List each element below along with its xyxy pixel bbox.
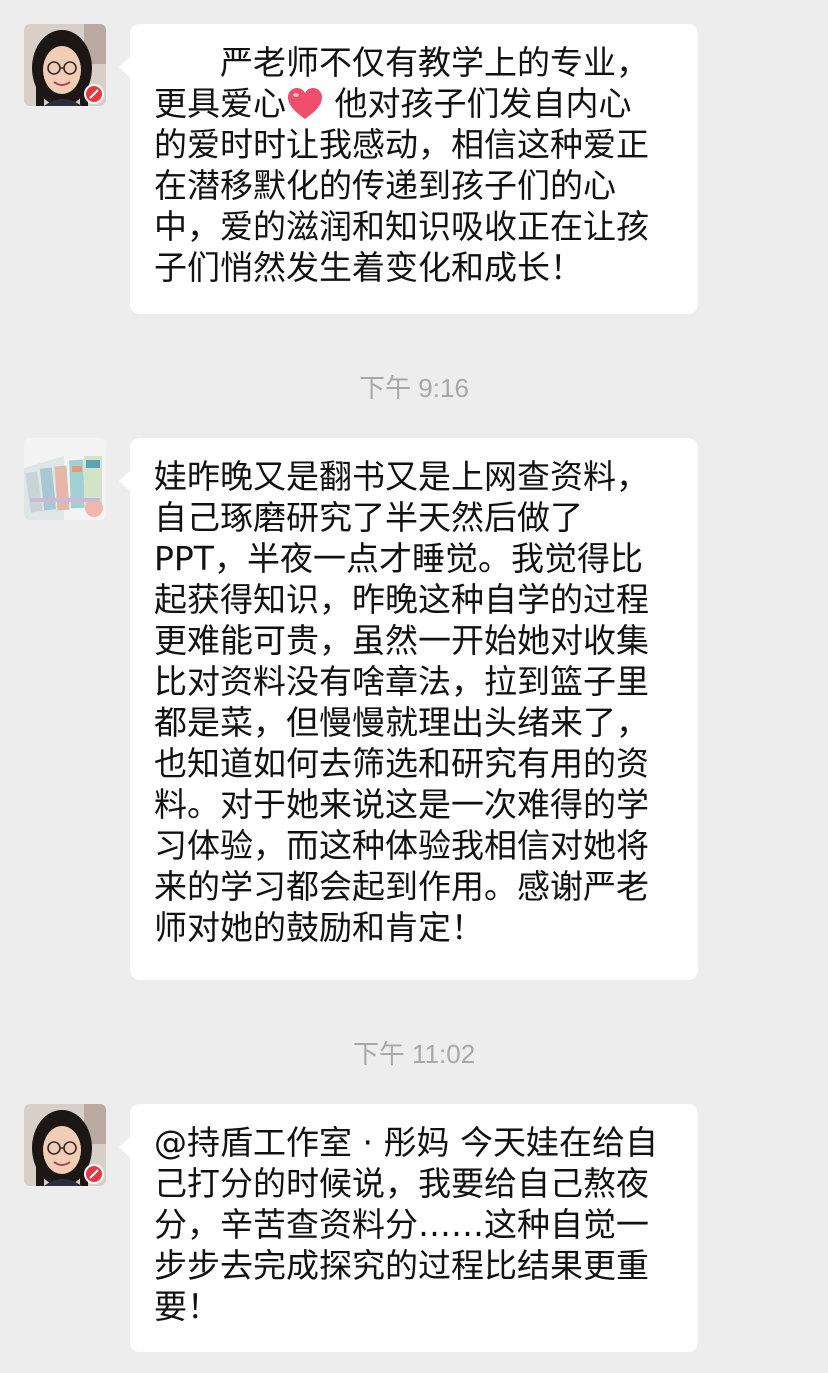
message-line: 步步去完成探究的过程比结果更重 (154, 1246, 649, 1285)
books-photo-avatar (24, 438, 106, 520)
message-line: PPT，半夜一点才睡觉。我觉得比 (154, 539, 643, 578)
message-line: 习体验，而这种体验我相信对她将 (154, 826, 649, 865)
message-line: 要！ (154, 1287, 220, 1326)
message-bubble[interactable]: @持盾工作室 · 彤妈 今天娃在给自 己打分的时候说，我要给自己熬夜 分，辛苦查… (119, 1104, 698, 1352)
message-line: 娃昨晚又是翻书又是上网查资料， (154, 457, 649, 496)
timestamp: 下午 11:02 (352, 1039, 476, 1069)
message-line: 己打分的时候说，我要给自己熬夜 (154, 1164, 649, 1203)
message-line: 起获得知识，昨晚这种自学的过程 (154, 580, 649, 619)
message-line: 在潜移默化的传递到孩子们的心 (154, 166, 616, 205)
message-line: 中，爱的滋润和知识吸收正在让孩 (154, 207, 649, 246)
message-line: 更难能可贵，虽然一开始她对收集 (154, 621, 649, 660)
message-bubble[interactable]: 严老师不仅有教学上的专业， 更具爱心 他对孩子们发自内心 的爱时时让我感动，相信… (119, 24, 698, 314)
timestamp: 下午 9:16 (359, 373, 469, 403)
message-line: 严老师不仅有教学上的专业， (154, 43, 649, 82)
message-line: 的爱时时让我感动，相信这种爱正 (154, 125, 649, 164)
message-line: 都是菜，但慢慢就理出头绪来了， (154, 703, 649, 742)
message-line: 来的学习都会起到作用。感谢严老 (154, 867, 649, 906)
heart-emoji-icon (288, 88, 322, 119)
message-line-with-emoji: 更具爱心 他对孩子们发自内心 (154, 83, 674, 124)
avatar[interactable] (24, 1104, 106, 1186)
woman-with-glasses-avatar (24, 24, 106, 106)
message-line: 比对资料没有啥章法，拉到篮子里 (154, 662, 649, 701)
avatar[interactable] (24, 438, 106, 520)
avatar[interactable] (24, 24, 106, 106)
message-line: 也知道如何去筛选和研究有用的资 (154, 744, 649, 783)
message-line: 子们悄然发生着变化和成长！ (154, 248, 583, 287)
message-line: 料。对于她来说这是一次难得的学 (154, 785, 649, 824)
message-bubble[interactable]: 娃昨晚又是翻书又是上网查资料， 自己琢磨研究了半天然后做了 PPT，半夜一点才睡… (119, 438, 698, 980)
message-line: 自己琢磨研究了半天然后做了 (154, 498, 583, 537)
message-line: 师对她的鼓励和肯定！ (154, 908, 484, 947)
message-line: 分，辛苦查资料分……这种自觉一 (154, 1205, 649, 1244)
woman-with-glasses-avatar (24, 1104, 106, 1186)
message-line-with-mention: @持盾工作室 · 彤妈 今天娃在给自 (154, 1123, 658, 1162)
message-text: 更具爱心 (154, 84, 286, 123)
message-text: 他对孩子们发自内心 (324, 84, 632, 123)
